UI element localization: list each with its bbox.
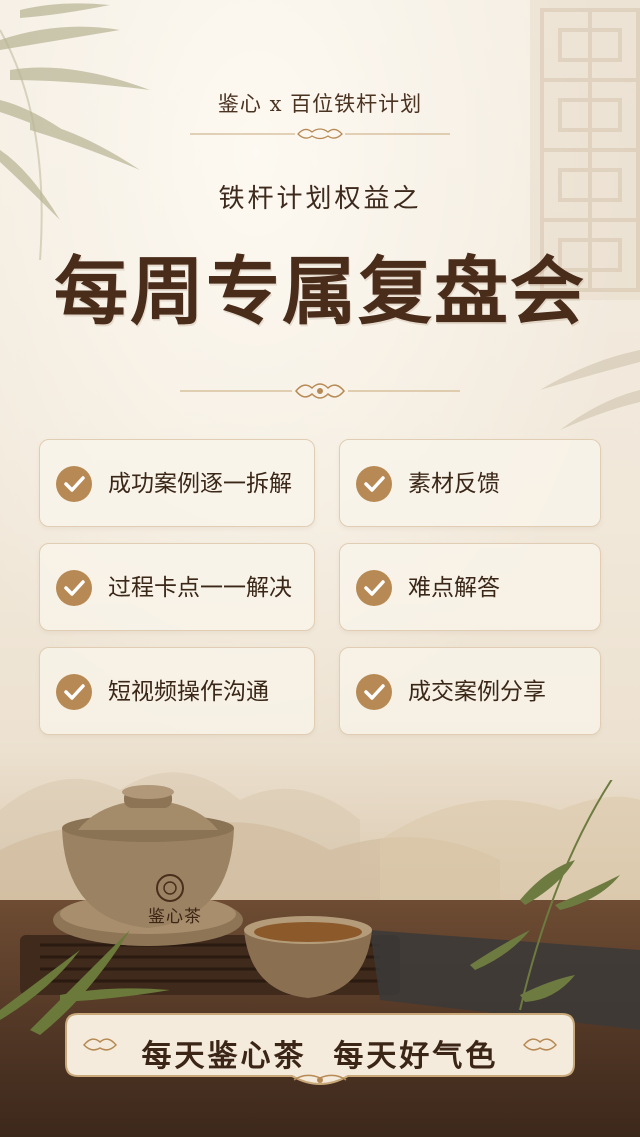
benefit-card: 短视频操作沟通 (39, 647, 315, 735)
page-title: 每周专属复盘会 (54, 249, 586, 335)
benefit-label: 素材反馈 (408, 471, 500, 497)
check-circle-icon (56, 466, 92, 502)
bamboo-leaves-decoration (0, 3, 150, 260)
footer-slogan: 每天鉴心茶 每天好气色 (141, 1039, 499, 1074)
benefit-card: 素材反馈 (339, 439, 601, 527)
benefit-label: 难点解答 (408, 575, 500, 601)
benefit-card: 成功案例逐一拆解 (39, 439, 315, 527)
cloud-ornament-divider (180, 383, 460, 399)
poster: 鉴心茶 鉴心 x 百位铁杆计划 铁杆计划权益之 每周专属复盘会 成功案例逐一拆解… (0, 0, 640, 1137)
benefit-label: 短视频操作沟通 (108, 679, 269, 705)
cloud-ornament-divider (190, 128, 450, 140)
cup-logo-text: 鉴心茶 (148, 907, 202, 927)
benefit-label: 过程卡点一一解决 (108, 575, 292, 601)
subtitle: 铁杆计划权益之 (218, 184, 422, 214)
benefit-label: 成交案例分享 (408, 679, 546, 705)
leaf-shadow-decoration (540, 350, 640, 430)
check-circle-icon (356, 466, 392, 502)
check-circle-icon (56, 570, 92, 606)
check-circle-icon (356, 674, 392, 710)
benefit-card: 过程卡点一一解决 (39, 543, 315, 631)
check-circle-icon (356, 570, 392, 606)
benefit-card: 成交案例分享 (339, 647, 601, 735)
check-circle-icon (56, 674, 92, 710)
benefit-card: 难点解答 (339, 543, 601, 631)
brand-line: 鉴心 x 百位铁杆计划 (217, 92, 423, 116)
tea-set-illustration (0, 780, 640, 1035)
benefit-label: 成功案例逐一拆解 (108, 471, 292, 497)
